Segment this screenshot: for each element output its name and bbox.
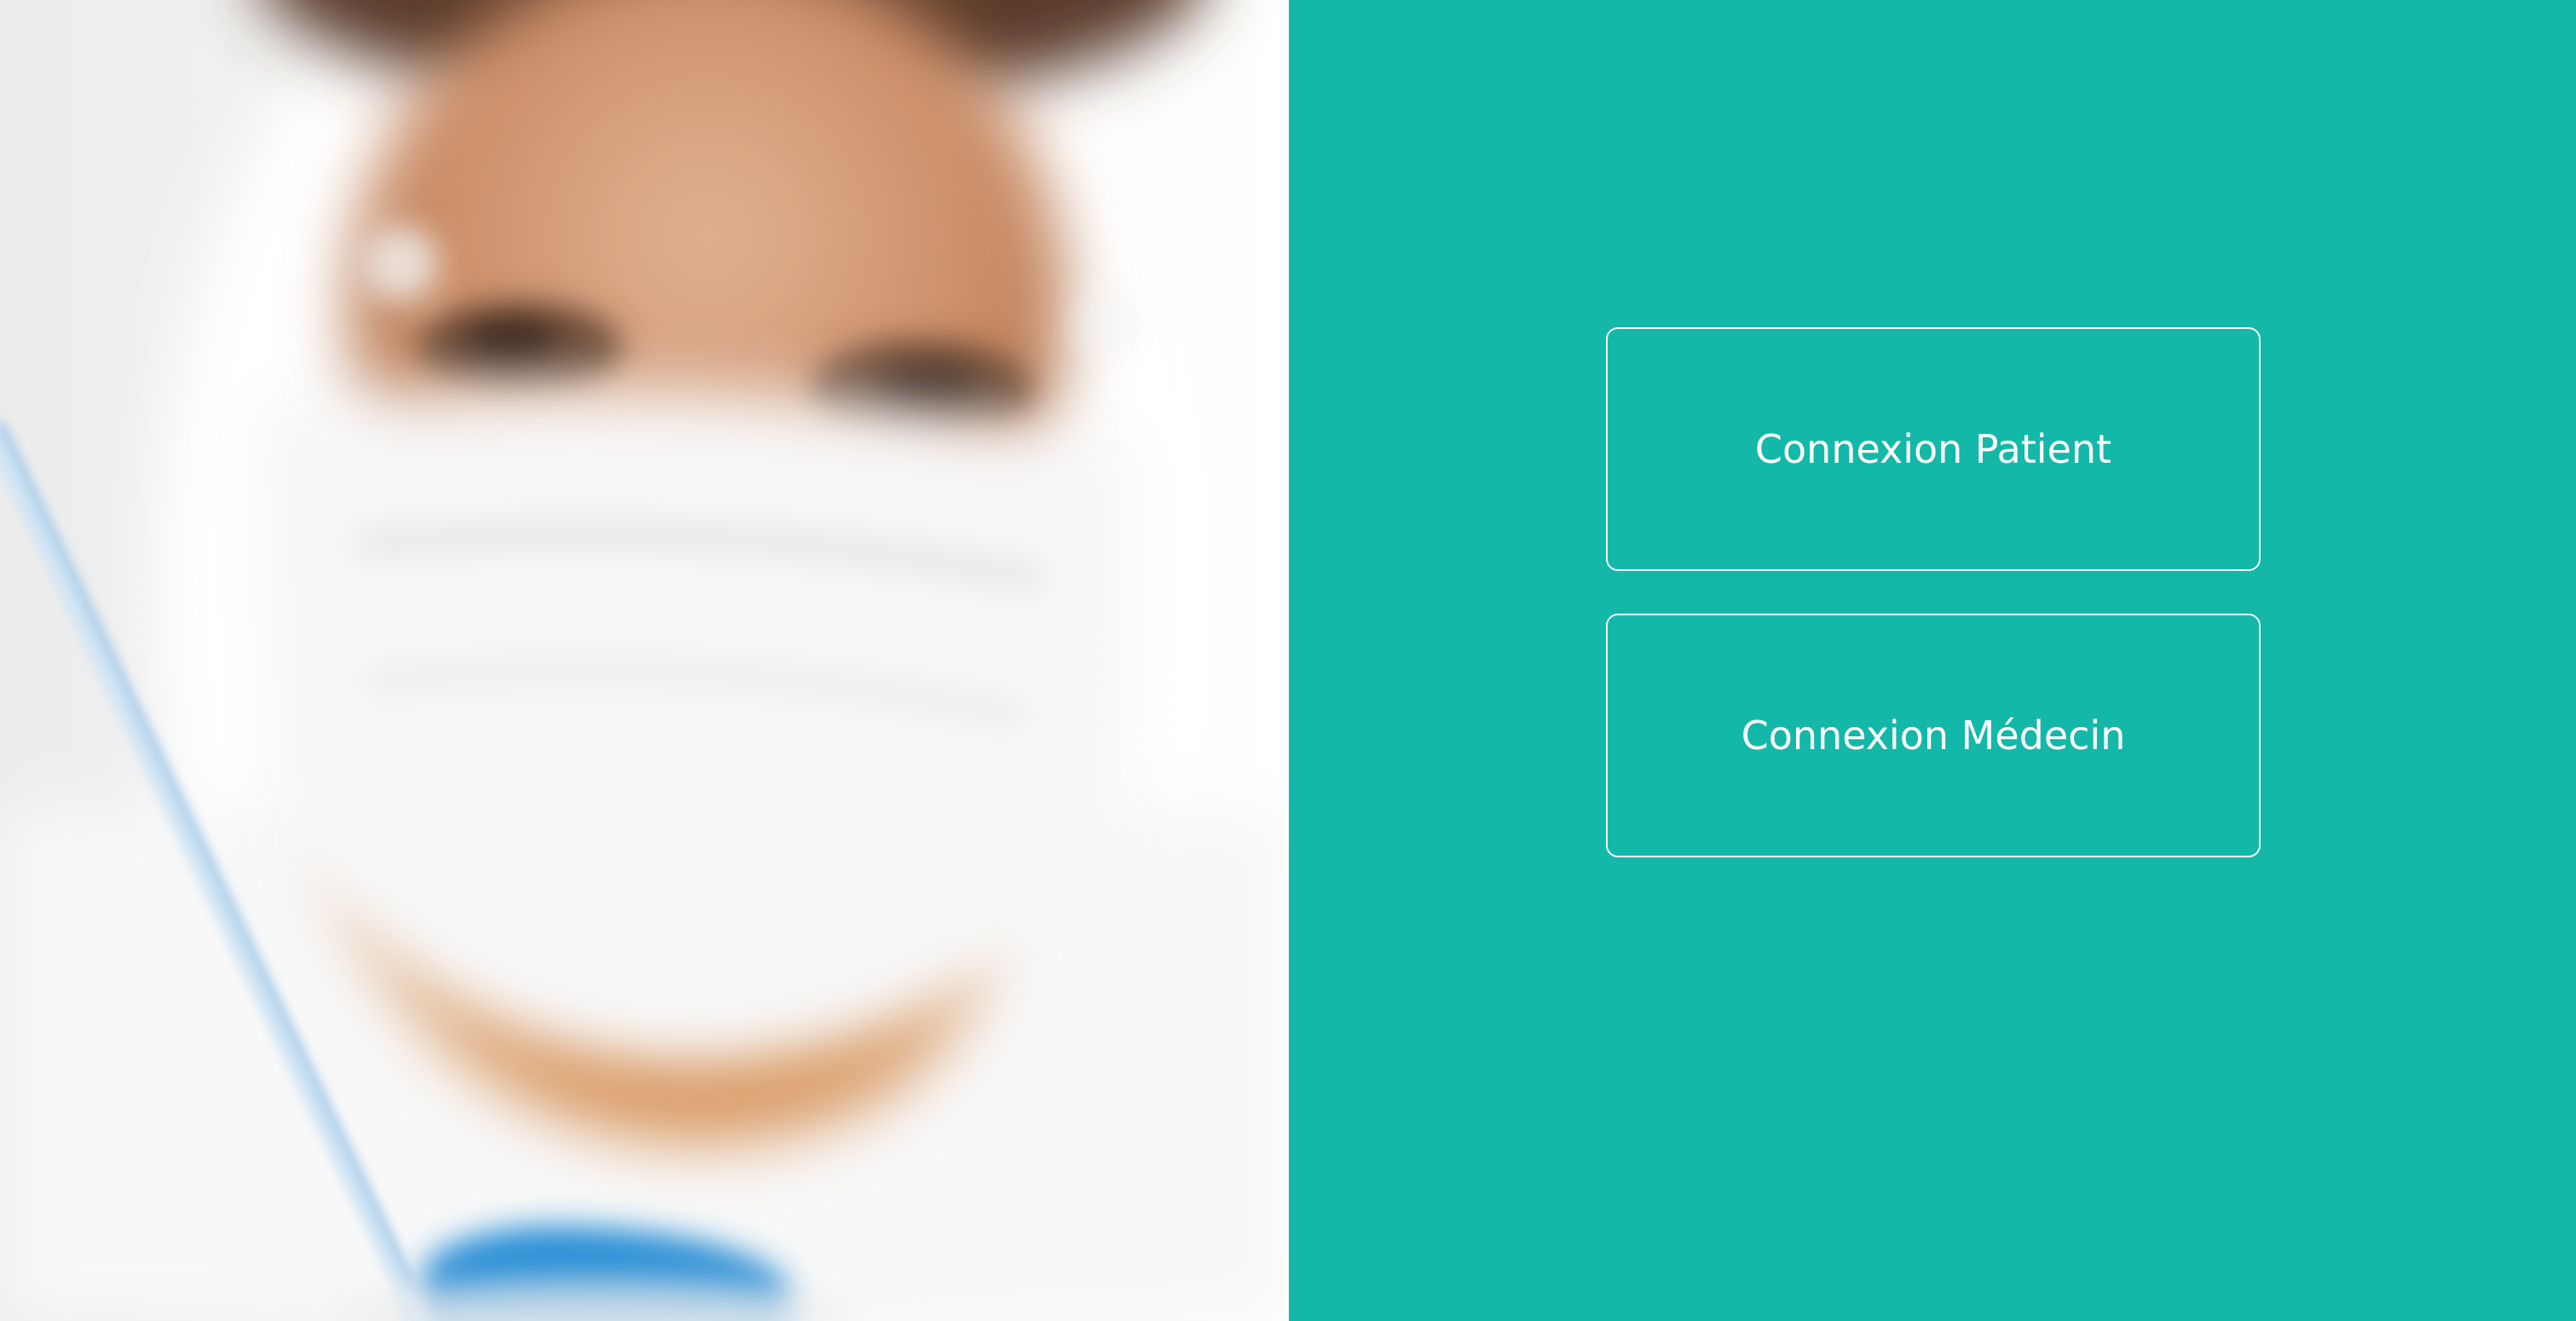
hero-photo-panel	[0, 0, 1289, 1321]
login-panel: Connexion Patient Connexion Médecin	[1289, 0, 2576, 1321]
doctor-login-button[interactable]: Connexion Médecin	[1606, 614, 2261, 857]
login-page: Connexion Patient Connexion Médecin	[0, 0, 2576, 1321]
lab-technician-photo	[0, 0, 1289, 1321]
patient-login-button[interactable]: Connexion Patient	[1606, 327, 2261, 571]
